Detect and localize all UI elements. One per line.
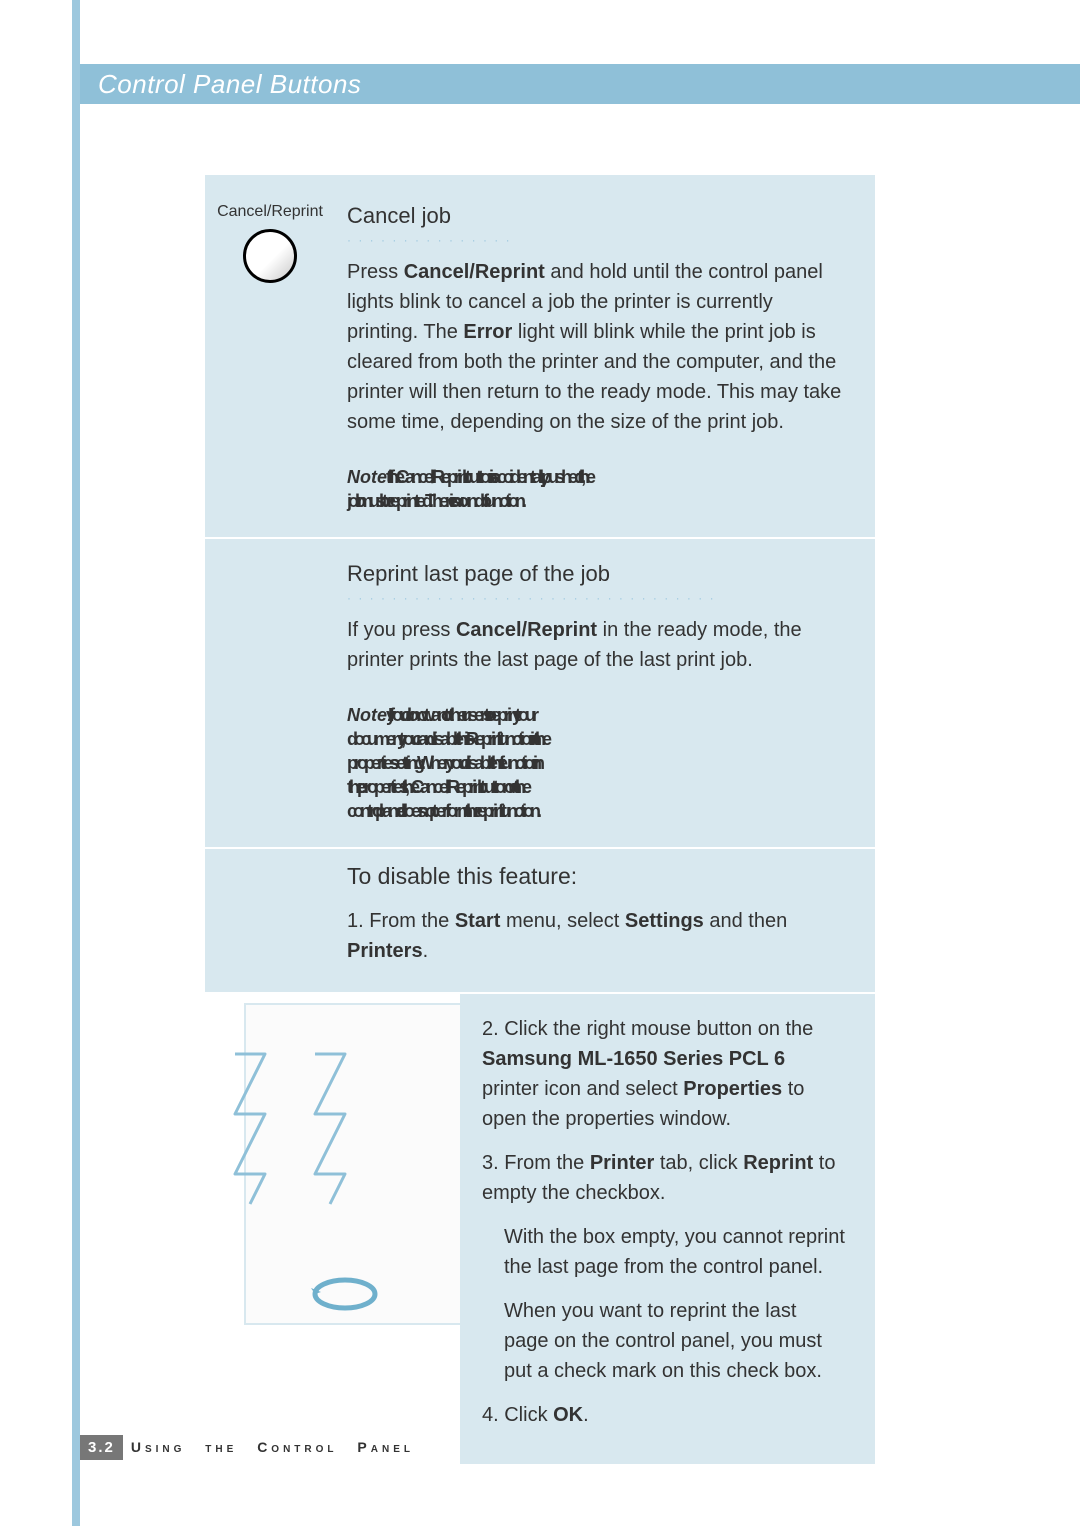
button-label: Cancel/Reprint — [205, 203, 335, 221]
bottom-row: 2. Click the right mouse button on the S… — [205, 994, 875, 1464]
cancel-job-title: Cancel job — [347, 203, 845, 229]
side-spacer — [205, 539, 335, 847]
illustration-container — [205, 994, 460, 1364]
step-1: 1. From the Start menu, select Settings … — [347, 906, 845, 966]
reprint-body: If you press Cancel/Reprint in the ready… — [347, 615, 845, 675]
step-3: 3. From the Printer tab, click Reprint t… — [482, 1148, 845, 1208]
cancel-job-note: Note: If the Cancel/Reprint button is ac… — [347, 465, 845, 513]
cancel-job-body: Press Cancel/Reprint and hold until the … — [347, 257, 845, 437]
left-margin-stripe — [72, 0, 80, 1526]
reprint-note: Note: If you do not want other users to … — [347, 703, 845, 823]
header-bar: Control Panel Buttons — [80, 64, 1080, 104]
steps-content: 2. Click the right mouse button on the S… — [460, 994, 875, 1464]
cancel-reprint-button-icon — [243, 229, 297, 283]
disable-title: To disable this feature: — [347, 863, 845, 890]
side-button-area: Cancel/Reprint — [205, 175, 335, 537]
step-3-extra-2: When you want to reprint the last page o… — [504, 1296, 845, 1386]
page-footer: 3.2 Using the Control Panel — [80, 1432, 1080, 1462]
reprint-title: Reprint last page of the job — [347, 561, 845, 587]
section-disable: To disable this feature: 1. From the Sta… — [205, 849, 875, 992]
header-title: Control Panel Buttons — [98, 69, 361, 100]
page-number-badge: 3.2 — [80, 1435, 123, 1460]
section-cancel-job: Cancel/Reprint Cancel job · · · · · · · … — [205, 175, 875, 537]
step-3-extra-1: With the box empty, you cannot reprint t… — [504, 1222, 845, 1282]
step-4: 4. Click OK. — [482, 1400, 845, 1430]
main-content: Cancel/Reprint Cancel job · · · · · · · … — [205, 175, 875, 1464]
step-2: 2. Click the right mouse button on the S… — [482, 1014, 845, 1134]
side-spacer-2 — [205, 849, 335, 992]
separator-dots: · · · · · · · · · · · · · · · — [347, 233, 845, 243]
section-reprint: Reprint last page of the job · · · · · ·… — [205, 539, 875, 847]
properties-illustration-icon — [205, 994, 460, 1364]
footer-chapter-title: Using the Control Panel — [131, 1439, 414, 1455]
separator-dots-2: · · · · · · · · · · · · · · · · · · · · … — [347, 591, 845, 601]
